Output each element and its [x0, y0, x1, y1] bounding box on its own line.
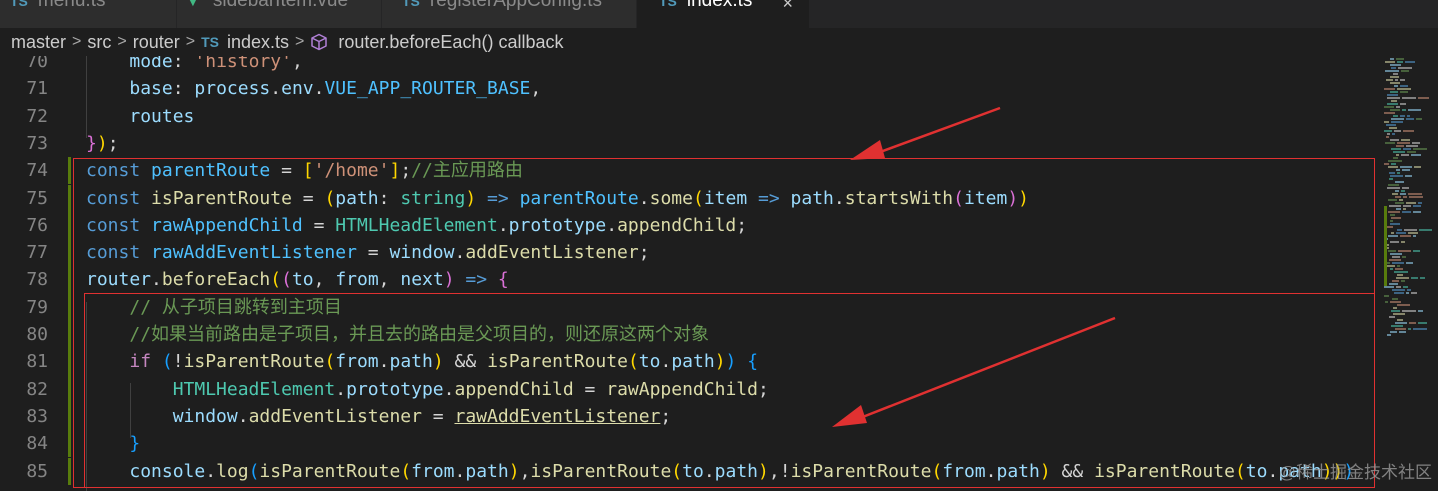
watermark: @稀土掘金技术社区 [1278, 463, 1432, 482]
annotation-arrow [850, 106, 1001, 160]
annotation-arrows [832, 106, 1116, 427]
annotation-arrow [832, 316, 1116, 427]
